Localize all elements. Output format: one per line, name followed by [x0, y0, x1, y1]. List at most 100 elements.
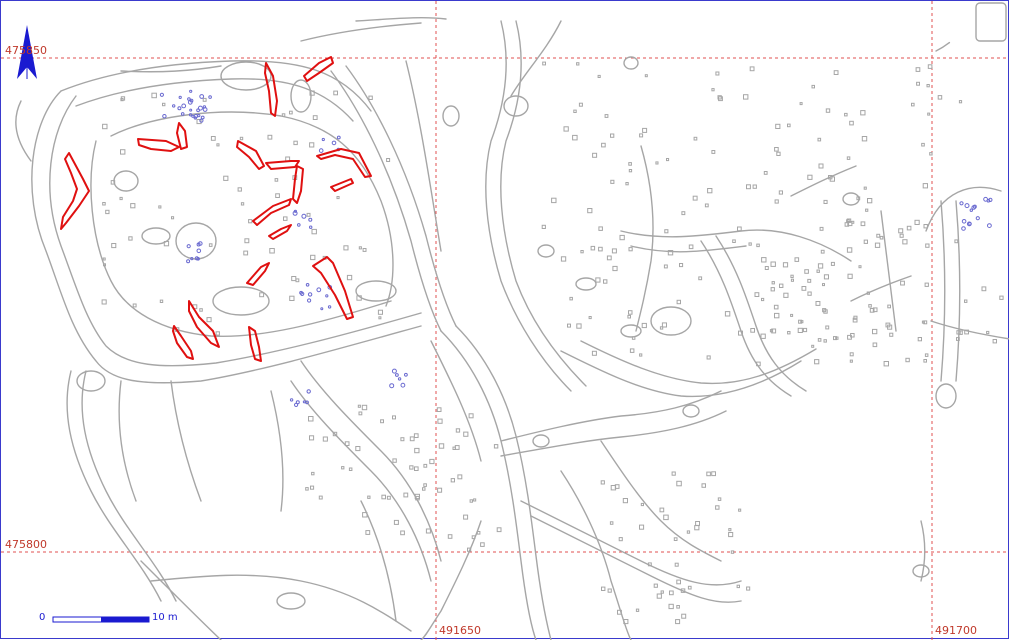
posthole [542, 61, 547, 66]
posthole [663, 264, 668, 269]
posthole [355, 446, 361, 452]
posthole [393, 519, 399, 525]
find-marker [177, 106, 182, 111]
posthole [541, 224, 546, 230]
posthole [473, 498, 477, 502]
posthole [668, 603, 674, 610]
posthole [906, 225, 912, 231]
posthole [861, 136, 868, 142]
posthole [964, 299, 968, 303]
posthole [627, 314, 632, 319]
posthole [102, 257, 106, 261]
red-feature-10 [330, 178, 354, 192]
posthole [706, 471, 711, 477]
posthole [452, 446, 456, 451]
find-marker [307, 292, 313, 297]
posthole [782, 262, 789, 268]
posthole [860, 110, 866, 116]
posthole [692, 195, 698, 201]
find-marker [196, 248, 202, 254]
posthole [240, 202, 245, 206]
posthole [609, 521, 614, 525]
posthole [640, 502, 644, 507]
find-marker [306, 389, 311, 394]
highlighted-features[interactable] [60, 56, 372, 362]
posthole [447, 534, 453, 539]
posthole [269, 248, 275, 254]
find-marker [301, 213, 307, 219]
posthole [774, 312, 780, 319]
posthole [357, 404, 361, 408]
archaeological-site-map[interactable]: 475850 475800 491650 491700 0 10 m [0, 0, 1009, 640]
posthole [467, 547, 472, 552]
posthole [775, 123, 781, 130]
posthole [743, 94, 749, 100]
map-canvas[interactable] [1, 1, 1009, 640]
find-marker [181, 103, 187, 109]
posthole [787, 331, 791, 335]
posthole [600, 480, 605, 485]
posthole [436, 407, 442, 412]
find-marker [988, 197, 993, 202]
posthole [664, 229, 669, 234]
find-marker [964, 203, 970, 209]
posthole [738, 508, 742, 512]
posthole [606, 255, 612, 261]
posthole [732, 239, 736, 243]
posthole [925, 243, 930, 248]
posthole [694, 525, 700, 531]
posthole [802, 327, 808, 333]
posthole [867, 198, 873, 204]
posthole [816, 269, 820, 273]
find-marker [325, 294, 329, 298]
posthole [392, 415, 396, 420]
posthole [403, 492, 409, 498]
posthole [572, 134, 578, 141]
posthole [659, 326, 664, 330]
posthole [819, 226, 824, 231]
find-marker [199, 94, 205, 99]
posthole [730, 550, 735, 554]
posthole [223, 175, 229, 181]
posthole [849, 120, 854, 126]
find-marker [395, 373, 399, 377]
find-marker [202, 105, 207, 109]
posthole [120, 98, 124, 102]
posthole [480, 542, 485, 547]
posthole [591, 350, 597, 356]
posthole [659, 507, 665, 513]
red-feature-15 [188, 300, 220, 348]
posthole [899, 233, 904, 238]
posthole [754, 292, 760, 298]
posthole [604, 114, 609, 118]
posthole [655, 161, 659, 165]
find-marker [187, 97, 191, 101]
posthole [715, 505, 720, 510]
posthole [687, 585, 692, 590]
posthole [625, 182, 629, 186]
posthole [676, 480, 682, 487]
posthole [409, 436, 415, 442]
posthole [660, 590, 664, 594]
posthole [639, 353, 643, 357]
posthole [628, 162, 632, 166]
find-marker [162, 114, 167, 119]
posthole [825, 325, 830, 330]
posthole [158, 205, 162, 209]
find-marker [295, 400, 300, 405]
posthole [825, 108, 831, 113]
posthole [737, 226, 742, 232]
posthole [865, 208, 869, 212]
posthole [804, 269, 809, 274]
posthole [771, 281, 775, 285]
red-feature-12 [268, 224, 292, 240]
posthole [749, 66, 755, 72]
posthole [311, 228, 317, 235]
posthole [701, 483, 706, 488]
posthole [807, 291, 812, 296]
posthole [438, 443, 445, 449]
posthole [244, 238, 250, 244]
grid-label-northing-bottom: 475800 [5, 538, 47, 551]
posthole [860, 221, 866, 227]
find-marker [404, 372, 408, 377]
